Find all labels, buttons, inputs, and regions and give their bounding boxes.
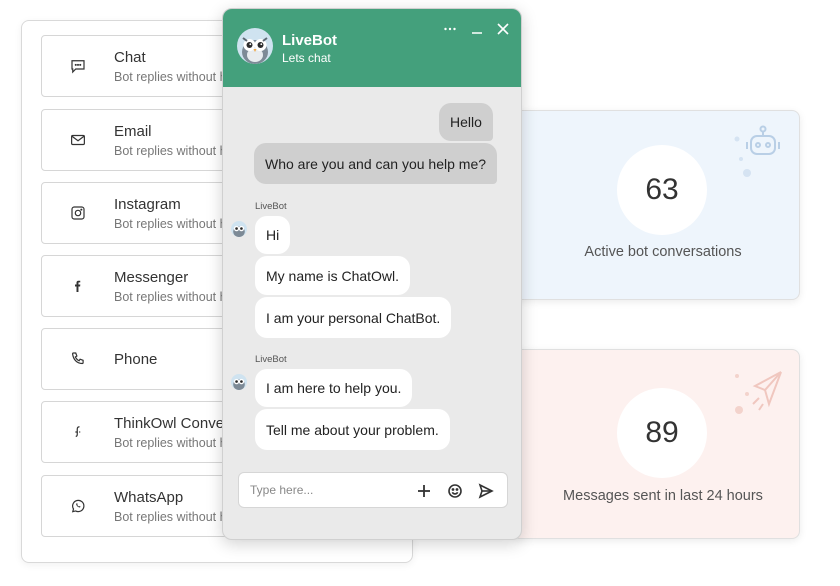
emoji-button[interactable] xyxy=(446,482,464,500)
minimize-button[interactable] xyxy=(469,21,485,37)
stat-label: Messages sent in last 24 hours xyxy=(563,488,763,504)
bot-message: My name is ChatOwl. xyxy=(255,256,411,295)
thinkowl-icon xyxy=(42,423,114,441)
stat-card-active-conversations: 63 Active bot conversations xyxy=(512,110,800,300)
owl-avatar-icon xyxy=(231,374,247,390)
bot-message: I am your personal ChatBot. xyxy=(255,297,452,338)
whatsapp-icon xyxy=(42,497,114,515)
sender-label: LiveBot xyxy=(255,354,287,365)
chat-widget: LiveBot Lets chat Hello Who are you and … xyxy=(222,8,522,540)
bot-message: Tell me about your problem. xyxy=(255,409,450,450)
minimize-icon xyxy=(472,32,482,34)
facebook-icon xyxy=(42,277,114,295)
bot-name: LiveBot xyxy=(282,32,338,49)
robot-icon xyxy=(734,125,780,177)
owl-avatar-icon xyxy=(237,28,273,64)
plus-icon xyxy=(418,485,430,497)
user-message: Who are you and can you help me? xyxy=(254,143,498,184)
stat-value: 89 xyxy=(617,388,707,478)
user-message: Hello xyxy=(439,103,493,141)
stat-value: 63 xyxy=(617,145,707,235)
send-button[interactable] xyxy=(477,482,495,500)
stat-card-messages-sent: 89 Messages sent in last 24 hours xyxy=(512,349,800,539)
add-attachment-button[interactable] xyxy=(415,482,433,500)
instagram-icon xyxy=(42,204,114,222)
phone-icon xyxy=(42,350,114,368)
sender-label: LiveBot xyxy=(255,201,287,212)
envelope-icon xyxy=(42,131,114,149)
close-icon xyxy=(497,23,509,35)
channel-name: Phone xyxy=(114,350,158,368)
owl-avatar-icon xyxy=(231,221,247,237)
stat-label: Active bot conversations xyxy=(584,244,742,260)
message-composer xyxy=(238,472,508,508)
send-icon xyxy=(478,483,494,499)
chat-header: LiveBot Lets chat xyxy=(223,9,521,87)
bot-message: Hi xyxy=(255,216,291,254)
ellipsis-icon xyxy=(444,27,456,31)
paper-plane-icon xyxy=(735,371,782,414)
close-button[interactable] xyxy=(495,21,511,37)
emoji-icon xyxy=(448,484,462,498)
bot-status: Lets chat xyxy=(282,51,331,65)
chat-bubble-icon xyxy=(42,57,114,75)
bot-message: I am here to help you. xyxy=(255,369,413,407)
message-input[interactable] xyxy=(250,483,410,497)
more-options-button[interactable] xyxy=(442,21,458,37)
